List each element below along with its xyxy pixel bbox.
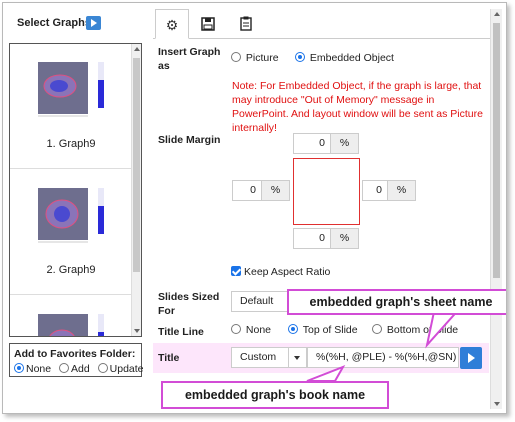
callout-pointers: [306, 306, 464, 382]
callout-book-name: embedded graph's book name: [161, 381, 389, 409]
callout-sheet-name: embedded graph's sheet name: [287, 289, 506, 315]
export-settings-window: Select Graphs 1. Graph9 2. Graph9 Add to…: [2, 2, 507, 414]
